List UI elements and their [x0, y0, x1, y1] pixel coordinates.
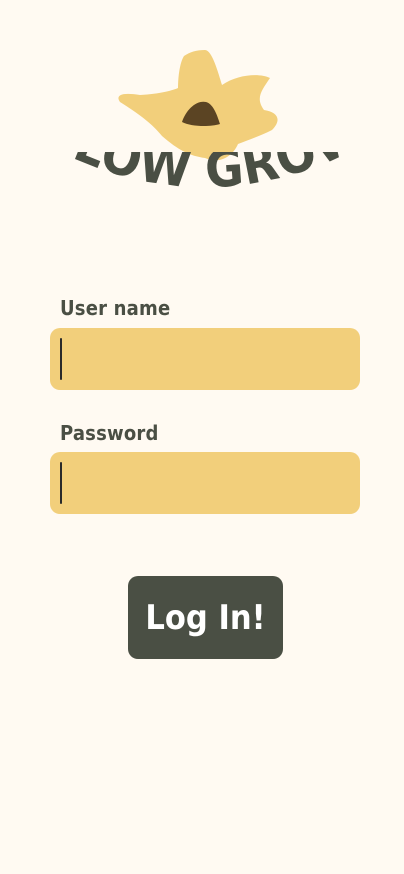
- svg-text:FLOW GROW: FLOW GROW: [50, 152, 360, 201]
- text-caret: [60, 338, 62, 380]
- password-label: Password: [60, 421, 159, 445]
- brand-title: FLOW GROW: [50, 152, 360, 234]
- log-in-button[interactable]: Log In!: [128, 576, 283, 659]
- flower-icon: [118, 50, 278, 161]
- password-field[interactable]: [50, 452, 360, 514]
- password-input[interactable]: [60, 462, 350, 504]
- text-caret: [60, 462, 62, 504]
- username-field[interactable]: [50, 328, 360, 390]
- username-label: User name: [60, 296, 171, 320]
- username-input[interactable]: [60, 338, 350, 380]
